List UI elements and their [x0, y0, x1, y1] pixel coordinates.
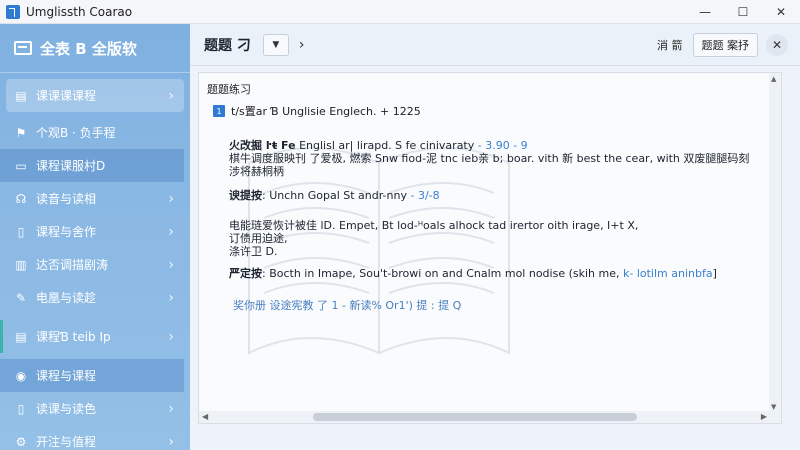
block-text: : Bocth in Imape, Sou't-browi on and Cna…: [262, 267, 623, 280]
sidebar-item-5[interactable]: ▯ 课程与舍作 ›: [0, 215, 184, 248]
gear-icon: ⚙: [15, 434, 27, 449]
sidebar-item-label: 电凰与读趁: [36, 291, 97, 305]
sidebar-item-label: 开注与值程: [36, 435, 97, 449]
panel-close-button[interactable]: ✕: [766, 33, 788, 56]
scroll-left-icon[interactable]: ◀: [202, 412, 208, 421]
chevron-right-icon: ›: [168, 289, 174, 306]
maximize-button[interactable]: ☐: [724, 0, 762, 24]
compass-icon: ◉: [15, 368, 27, 383]
scroll-up-icon[interactable]: ▲: [771, 75, 776, 83]
header-link[interactable]: 消 箭: [657, 37, 683, 53]
menu-icon: [14, 41, 32, 55]
headset-icon: ☊: [15, 191, 27, 206]
chart-icon: ▥: [15, 257, 27, 272]
sidebar-item-8[interactable]: ▤ 课程Ɓ teib Ip ›: [0, 320, 184, 353]
flag-icon: ⚑: [15, 125, 27, 140]
sidebar-item-7[interactable]: ✎ 电凰与读趁 ›: [0, 281, 184, 314]
chevron-right-icon: ›: [168, 328, 174, 345]
sidebar-item-label: 课程Ɓ teib Ip: [36, 330, 111, 344]
sidebar-item-9[interactable]: ◉ 课程与课程: [0, 359, 184, 392]
chevron-right-icon: ›: [168, 223, 174, 240]
sidebar-item-label: 达否调描剧涛: [36, 258, 109, 272]
block-line: 电能琏爱恢计被佳 lD. Empet, Bt lod-ᴴoals alhock …: [229, 219, 639, 232]
scroll-down-icon[interactable]: ▼: [771, 403, 776, 411]
close-icon: ✕: [771, 37, 783, 52]
block-text: : Unchn Gopal St andr-nny: [262, 189, 407, 202]
sidebar-divider: [0, 72, 190, 73]
chevron-right-icon: ›: [168, 400, 174, 417]
chevron-right-icon: ›: [168, 256, 174, 273]
next-button[interactable]: ›: [299, 37, 305, 53]
footer-hint-link[interactable]: 奖你册 设途宪教 了 1 - 新读% Or1') 提 : 提 Q: [233, 297, 461, 313]
book-icon: ▤: [15, 329, 27, 344]
close-button[interactable]: ✕: [762, 0, 800, 24]
sidebar-item-label: 课课课课程: [36, 89, 97, 103]
sidebar-item-label: 读音与读相: [36, 192, 97, 206]
sidebar-item-6[interactable]: ▥ 达否调描剧涛 ›: [0, 248, 184, 281]
sidebar-item-label: 课程课服村D: [36, 159, 106, 173]
block-line: 棋牛调度服映刊 了爱极, 燃索 Snw fiod-泥 tnc ieb亲 b; b…: [229, 152, 750, 165]
block-highlight[interactable]: k- lotilm aninbfa: [623, 267, 713, 280]
chevron-right-icon: ›: [168, 190, 174, 207]
scrollbar-thumb[interactable]: [313, 413, 637, 421]
sidebar-item-3[interactable]: ▭ 课程课服村D: [0, 149, 184, 182]
app-logo-icon: [6, 4, 20, 19]
block-highlight[interactable]: - 3/-8: [410, 189, 439, 202]
sidebar-item-4[interactable]: ☊ 读音与读相 ›: [0, 182, 184, 215]
question-number-badge: 1: [213, 105, 225, 117]
window-titlebar: Umglissth Coarao — ☐ ✕: [0, 0, 800, 24]
card-icon: ▭: [15, 158, 27, 173]
block-text: Englisl ar| lirapd. S fe cinivaraty: [295, 139, 475, 152]
chevron-right-icon: ›: [168, 87, 174, 104]
brand-label: 全表 B 全版软: [40, 39, 137, 58]
chevron-right-icon: ›: [298, 36, 305, 53]
sidebar: 全表 B 全版软 ▤ 课课课课程 › ⚑ 个观B · 负手程 ▭ 课程课服村D …: [0, 24, 190, 450]
sidebar-item-label: 课程与舍作: [36, 225, 97, 239]
minimize-button[interactable]: —: [686, 0, 724, 24]
block-line: 涉将赫桐柄: [229, 165, 284, 178]
block-label: 严定按: [229, 267, 262, 280]
answer-block-2: 谀提按: Unchn Gopal St andr-nny - 3/-8: [229, 189, 440, 202]
dropdown-button[interactable]: ▼: [262, 33, 289, 56]
sidebar-item-11[interactable]: ⚙ 开注与值程 ›: [0, 425, 184, 450]
question-header: 1 t/s置ar Ɓ Unglisie Englech. + 1225: [213, 103, 421, 119]
open-book-icon: ▯: [17, 224, 25, 239]
answer-block-4: 严定按: Bocth in Imape, Sou't-browi on and …: [229, 267, 717, 280]
window-controls: — ☐ ✕: [686, 0, 800, 24]
header-actions: 消 箭 题题 案抒 ✕: [657, 32, 788, 57]
block-line: 涤许卫 D.: [229, 245, 278, 258]
sidebar-item-label: 个观B · 负手程: [36, 126, 116, 140]
sidebar-item-10[interactable]: ▯ 读课与读色 ›: [0, 392, 184, 425]
block-line: 订债用迫途,: [229, 232, 288, 245]
pen-icon: ✎: [15, 290, 27, 305]
sidebar-item-2[interactable]: ⚑ 个观B · 负手程: [0, 116, 184, 149]
window-title: Umglissth Coarao: [26, 4, 133, 19]
exercise-panel: 题题练习 1 t/s置ar Ɓ Unglisie Englech. + 1225…: [198, 72, 782, 424]
sidebar-item-label: 读课与读色: [36, 402, 97, 416]
page-title: 题题 刁: [204, 37, 251, 54]
horizontal-scrollbar[interactable]: ◀ ▶: [199, 411, 781, 423]
header-chip-button[interactable]: 题题 案抒: [692, 32, 758, 57]
block-text-end: ]: [712, 267, 717, 280]
block-label: 火改掘 ŀŧ Fe: [229, 139, 296, 152]
answer-block-3: 电能琏爱恢计被佳 lD. Empet, Bt lod-ᴴoals alhock …: [229, 219, 638, 258]
content-header: 题题 刁 ▼ › 消 箭 题题 案抒 ✕: [190, 24, 800, 66]
section-title: 题题练习: [207, 83, 251, 96]
sidebar-item-1[interactable]: ▤ 课课课课程 ›: [6, 79, 184, 112]
open-book-icon: ▯: [17, 401, 25, 416]
chevron-right-icon: ›: [168, 433, 174, 450]
block-label: 谀提按: [229, 189, 262, 202]
answer-block-1: 火改掘 ŀŧ Fe Englisl ar| lirapd. S fe ciniv…: [229, 139, 749, 178]
sidebar-brand[interactable]: 全表 B 全版软: [0, 24, 190, 72]
sidebar-item-label: 课程与课程: [36, 369, 97, 383]
vertical-scrollbar[interactable]: ▲ ▼: [769, 73, 781, 413]
book-icon: ▤: [15, 88, 27, 103]
block-highlight[interactable]: - 3.90 - 9: [478, 139, 528, 152]
question-text: t/s置ar Ɓ Unglisie Englech. + 1225: [231, 105, 421, 118]
scroll-right-icon[interactable]: ▶: [761, 412, 767, 421]
caret-down-icon: ▼: [272, 39, 280, 50]
